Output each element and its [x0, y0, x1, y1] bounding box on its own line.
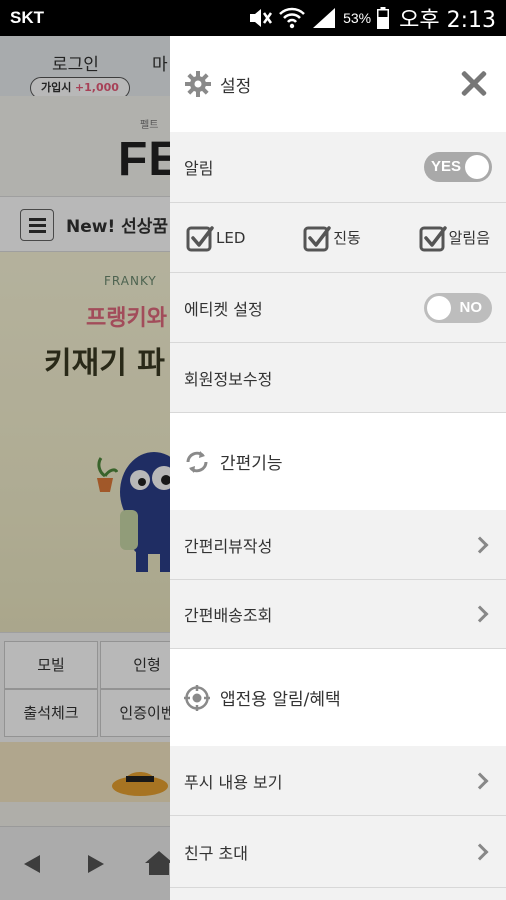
toggle-knob: [465, 155, 489, 179]
notification-toggle[interactable]: YES: [424, 152, 492, 182]
chevron-right-icon: [471, 843, 489, 860]
etiquette-toggle-label: NO: [459, 298, 483, 316]
checkbox-checked-icon[interactable]: [419, 224, 447, 252]
scrim-overlay[interactable]: [0, 36, 170, 900]
option-vibrate[interactable]: 진동: [303, 224, 361, 252]
option-vibrate-label: 진동: [333, 229, 361, 247]
wifi-icon: [279, 7, 305, 29]
app-section-header: 앱전용 알림/혜택: [170, 649, 506, 746]
notification-row: 알림 YES: [170, 132, 506, 203]
notification-label: 알림: [184, 159, 214, 178]
etiquette-label: 에티켓 설정: [184, 299, 263, 319]
settings-drawer: 설정 알림 YES LED 진동 알림음 에티켓 설정 NO 회원정보수정 간편…: [170, 36, 506, 900]
refresh-icon: [186, 450, 208, 473]
chevron-right-icon: [471, 772, 489, 789]
checkbox-checked-icon[interactable]: [303, 224, 331, 252]
etiquette-row: 에티켓 설정 NO: [170, 273, 506, 343]
quick-section-header: 간편기능: [170, 413, 506, 510]
quick-section-title: 간편기능: [220, 454, 283, 474]
quick-delivery-row[interactable]: 간편배송조회: [170, 580, 506, 649]
option-sound[interactable]: 알림음: [419, 224, 490, 252]
drawer-title: 설정: [220, 76, 252, 97]
chevron-right-icon: [471, 605, 489, 623]
member-info-label: 회원정보수정: [184, 369, 273, 389]
invite-friend-row[interactable]: 친구 초대: [170, 816, 506, 888]
drawer-more-row: [170, 888, 506, 900]
clock: 오후 2:13: [399, 8, 496, 33]
toggle-knob: [427, 295, 451, 320]
carrier-name: SKT: [10, 8, 44, 27]
option-led-label: LED: [216, 228, 246, 247]
invite-friend-label: 친구 초대: [184, 843, 248, 863]
app-section-title: 앱전용 알림/혜택: [220, 690, 341, 710]
checkbox-checked-icon[interactable]: [186, 224, 214, 252]
option-sound-label: 알림음: [448, 229, 490, 247]
mute-icon: [250, 9, 273, 27]
close-icon[interactable]: [456, 66, 492, 102]
notification-toggle-label: YES: [431, 158, 462, 175]
quick-review-row[interactable]: 간편리뷰작성: [170, 510, 506, 580]
member-info-row[interactable]: 회원정보수정: [170, 343, 506, 413]
quick-review-label: 간편리뷰작성: [184, 536, 273, 556]
battery-icon: [377, 7, 390, 29]
drawer-header: 설정: [170, 36, 506, 132]
battery-percent: 53%: [343, 10, 372, 26]
option-led[interactable]: LED: [186, 224, 245, 252]
signal-icon: [313, 8, 336, 28]
gear-icon: [185, 71, 211, 97]
quick-delivery-label: 간편배송조회: [184, 606, 273, 625]
push-content-label: 푸시 내용 보기: [184, 772, 283, 792]
etiquette-toggle[interactable]: NO: [424, 292, 492, 323]
status-bar: SKT 53% 오후 2:13: [0, 0, 506, 36]
push-content-row[interactable]: 푸시 내용 보기: [170, 746, 506, 816]
notification-options-row: LED 진동 알림음: [170, 203, 506, 273]
chevron-right-icon: [471, 536, 489, 553]
target-icon: [184, 684, 210, 711]
